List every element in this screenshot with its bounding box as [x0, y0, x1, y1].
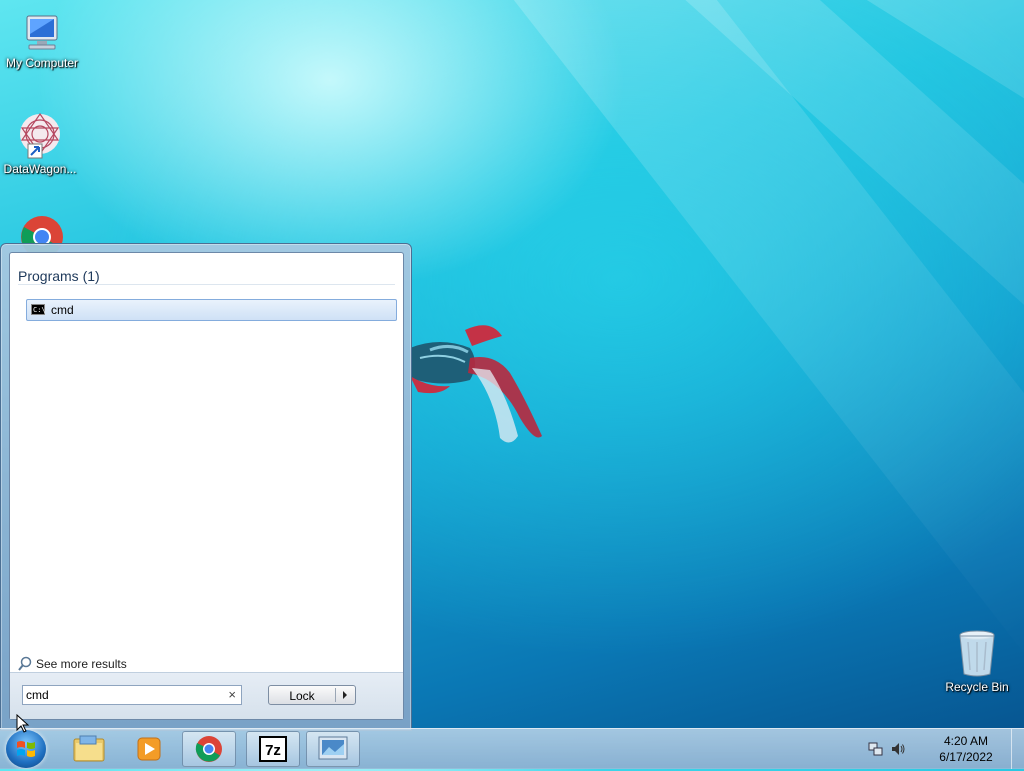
- lock-button-divider: [335, 688, 336, 702]
- cmd-icon: C:\: [31, 304, 46, 315]
- folder-icon: [73, 735, 105, 762]
- start-search-box[interactable]: ×: [22, 685, 242, 705]
- desktop-icon-my-computer[interactable]: My Computer: [4, 14, 80, 70]
- clear-search-icon[interactable]: ×: [228, 687, 236, 702]
- betta-fish-image: [410, 325, 542, 443]
- datawagon-icon: [20, 112, 60, 159]
- result-label: cmd: [51, 303, 74, 317]
- magnifier-icon: [18, 656, 32, 671]
- taskbar: 7z 4:20 AM 6/17/2022: [0, 728, 1024, 769]
- desktop-icon-label: Recycle Bin: [945, 680, 1009, 694]
- show-desktop-button[interactable]: [1011, 729, 1024, 769]
- start-search-input[interactable]: [26, 687, 216, 703]
- desktop-icon-label: DataWagon...: [3, 162, 77, 176]
- search-results-panel: Programs (1) C:\ cmd See more results × …: [9, 252, 404, 720]
- computer-icon: [26, 15, 58, 50]
- media-player-icon: [137, 737, 161, 761]
- desktop-icon-datawagon[interactable]: DataWagon...: [2, 110, 78, 176]
- 7zip-icon: 7z: [259, 736, 287, 762]
- taskbar-windows-explorer[interactable]: [62, 731, 116, 767]
- lock-button[interactable]: Lock: [268, 685, 356, 705]
- network-icon[interactable]: [868, 741, 884, 757]
- see-more-label: See more results: [36, 657, 127, 671]
- desktop-icon-recycle-bin[interactable]: Recycle Bin: [939, 628, 1015, 694]
- taskbar-clock[interactable]: 4:20 AM 6/17/2022: [926, 733, 1006, 765]
- taskbar-windows-media-player[interactable]: [122, 731, 176, 767]
- taskbar-7-zip[interactable]: 7z: [246, 731, 300, 767]
- system-tray: 4:20 AM 6/17/2022: [854, 729, 1024, 769]
- taskbar-remote-desktop[interactable]: [306, 731, 360, 767]
- programs-section-title: Programs (1): [18, 268, 100, 284]
- search-result-cmd[interactable]: C:\ cmd: [26, 299, 397, 321]
- desktop-icon-label: My Computer: [5, 56, 79, 70]
- remote-desktop-icon: [318, 736, 348, 760]
- shutdown-options-arrow-icon[interactable]: [343, 691, 347, 699]
- clock-time: 4:20 AM: [943, 734, 989, 748]
- recycle-bin-icon: [959, 630, 995, 677]
- chrome-icon: [195, 736, 222, 762]
- svg-text:7z: 7z: [265, 742, 281, 759]
- section-divider: [18, 284, 395, 285]
- taskbar-google-chrome[interactable]: [182, 731, 236, 767]
- clock-date: 6/17/2022: [939, 750, 993, 764]
- start-menu: Programs (1) C:\ cmd See more results × …: [0, 243, 412, 731]
- windows-logo-icon: [17, 741, 35, 757]
- start-button[interactable]: [6, 730, 46, 768]
- volume-icon[interactable]: [890, 741, 906, 757]
- start-menu-bottom-bar: × Lock: [10, 672, 403, 719]
- mouse-cursor-icon: [16, 714, 30, 733]
- lock-button-label: Lock: [289, 689, 315, 703]
